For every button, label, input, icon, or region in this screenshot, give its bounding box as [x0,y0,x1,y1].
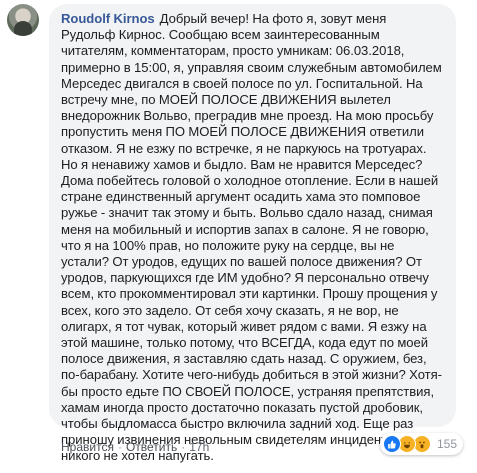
separator: · [181,440,186,454]
comment: Roudolf Kirnos Добрый вечер! На фото я, з… [0,0,477,473]
comment-body: Roudolf Kirnos Добрый вечер! На фото я, з… [61,11,444,465]
reactions-summary[interactable]: 155 [379,433,463,455]
avatar[interactable] [7,4,39,36]
reply-button[interactable]: Ответить [126,440,177,455]
timestamp[interactable]: 17h [189,440,209,455]
separator: · [117,440,122,454]
comment-bubble: Roudolf Kirnos Добрый вечер! На фото я, з… [49,4,456,463]
laughing-face-icon [403,442,411,449]
comment-actions: Нравится · Ответить · 17h [61,440,209,455]
reaction-count: 155 [436,437,457,451]
thumbs-up-icon [388,440,397,448]
like-button[interactable]: Нравится [61,440,114,455]
like-reaction-icon [382,435,401,453]
surprised-face-icon [419,441,425,449]
author-name[interactable]: Roudolf Kirnos [61,11,155,26]
comment-text: Добрый вечер! На фото я, зовут меня Рудо… [61,11,442,464]
